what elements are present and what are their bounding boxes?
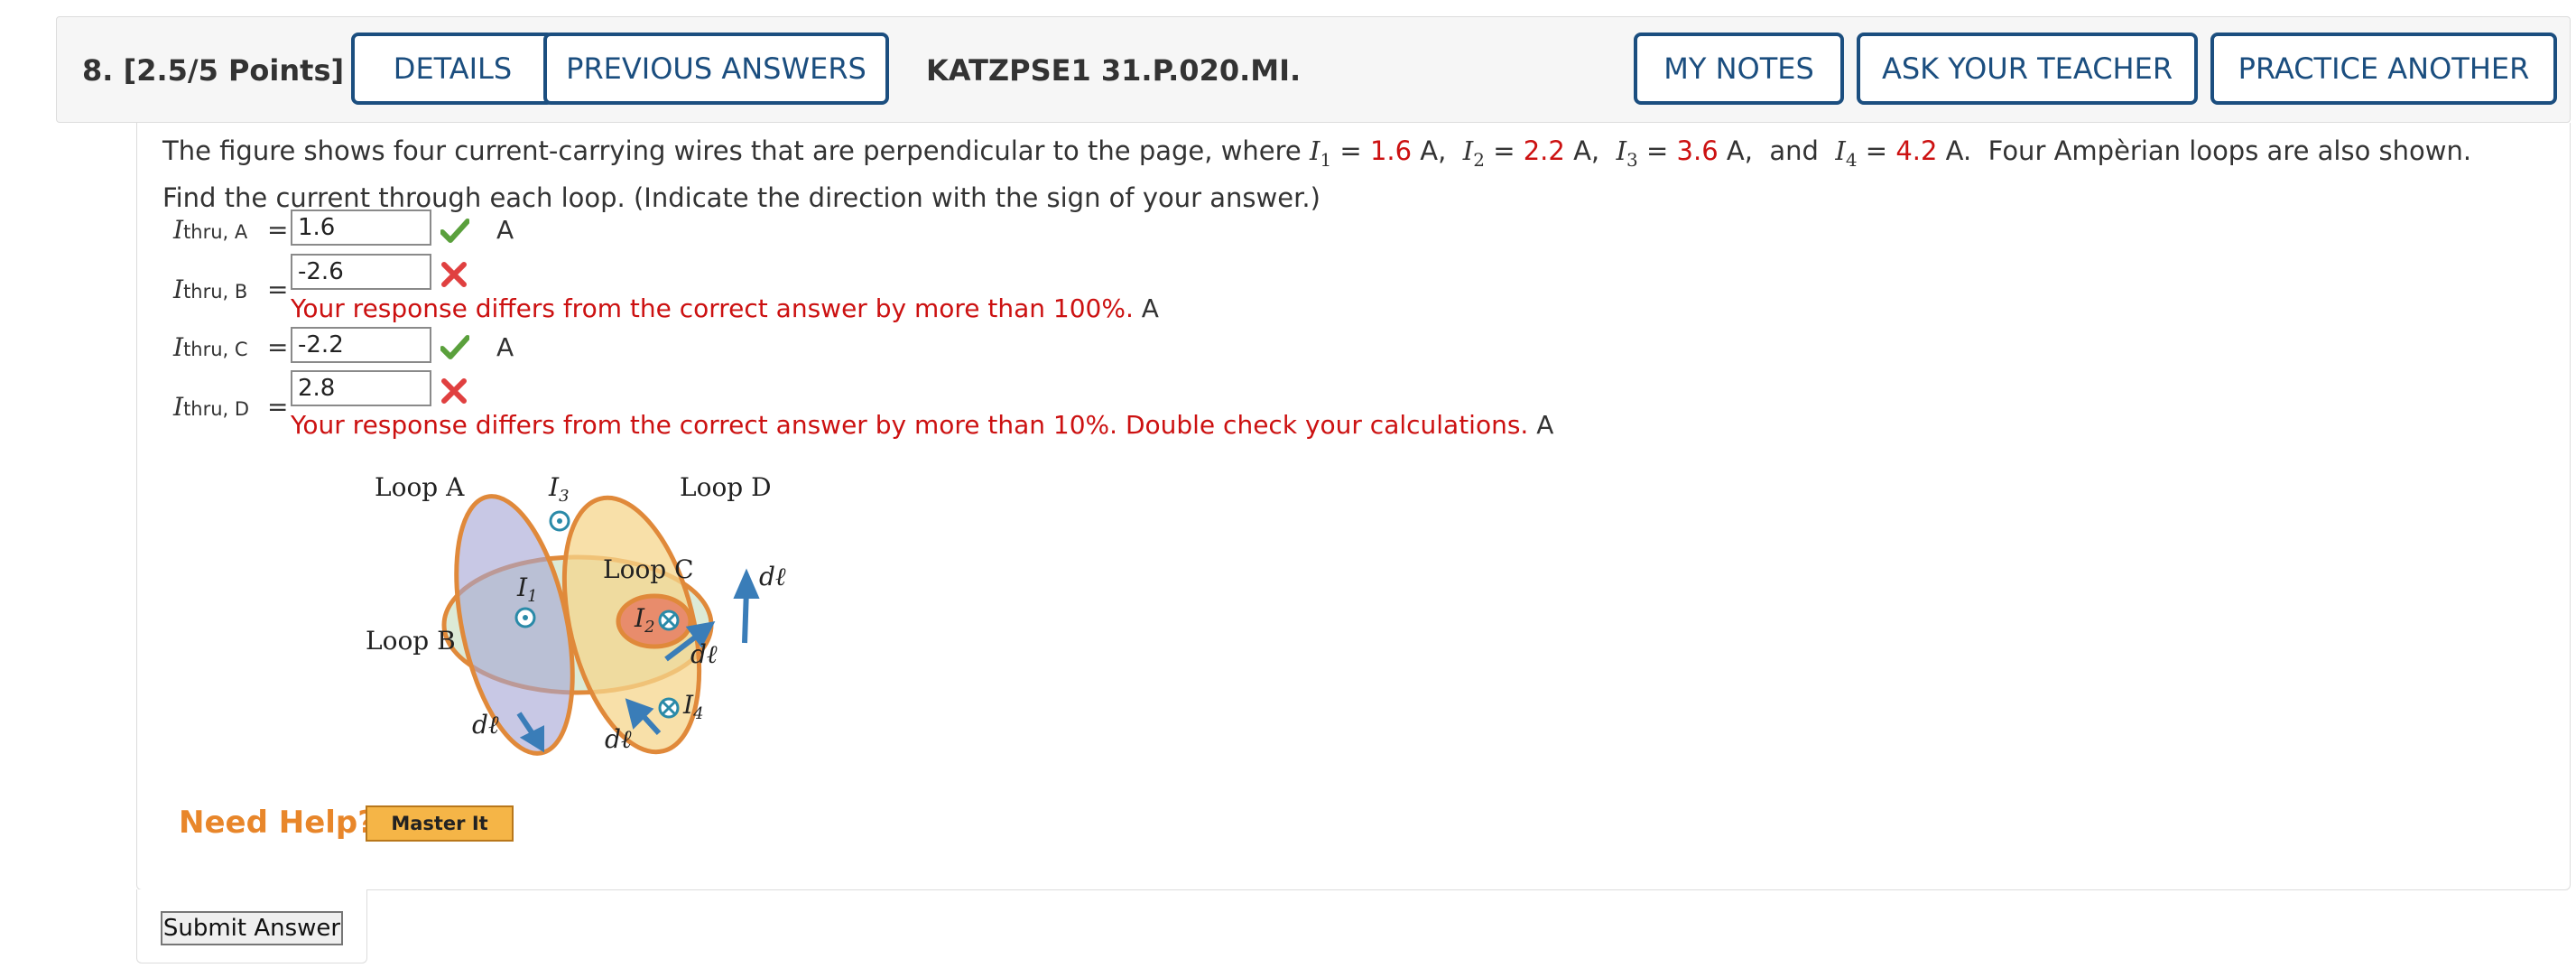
question-header: 8. [2.5/5 Points] DETAILS PREVIOUS ANSWE… bbox=[56, 16, 2571, 123]
current-i1-unit: A bbox=[1420, 135, 1439, 166]
answer-d-label: Ithru, D bbox=[173, 392, 250, 422]
current-i3-symbol: I3 bbox=[1616, 135, 1638, 171]
current-i2-value: 2.2 bbox=[1523, 135, 1565, 166]
answer-c-equals: = bbox=[267, 332, 289, 362]
answer-b-label: Ithru, B bbox=[173, 275, 248, 304]
question-prompt: The figure shows four current-carrying w… bbox=[162, 135, 2472, 213]
answer-d-equals: = bbox=[267, 392, 289, 422]
loop-a-text: Loop A bbox=[375, 472, 465, 502]
ask-your-teacher-button[interactable]: ASK YOUR TEACHER bbox=[1857, 33, 2198, 105]
current-i4-symbol: I4 bbox=[1835, 135, 1858, 171]
answer-a-unit: A bbox=[496, 215, 514, 245]
current-i3-value: 3.6 bbox=[1676, 135, 1719, 166]
dl-label-a: dℓ bbox=[472, 710, 499, 740]
current-i2-symbol: I2 bbox=[1462, 135, 1485, 171]
answer-a-label: Ithru, A bbox=[173, 215, 248, 245]
dl-label-d: dℓ bbox=[759, 562, 786, 591]
prompt-intro: The figure shows four current-carrying w… bbox=[162, 135, 1302, 166]
answer-b-equals: = bbox=[267, 275, 289, 304]
answer-d-x-icon bbox=[441, 378, 467, 404]
prompt-and: and bbox=[1769, 135, 1819, 166]
details-button[interactable]: DETAILS bbox=[351, 33, 554, 105]
current-i4-unit: A bbox=[1945, 135, 1964, 166]
dl-label-b: dℓ bbox=[605, 724, 632, 754]
answer-b-feedback: Your response differs from the correct a… bbox=[291, 293, 1159, 323]
current-i2-unit: A bbox=[1573, 135, 1591, 166]
previous-answers-button[interactable]: PREVIOUS ANSWERS bbox=[543, 33, 889, 105]
answer-a-check-icon bbox=[440, 219, 469, 243]
answer-d-input[interactable] bbox=[291, 370, 431, 406]
master-it-button[interactable]: Master It bbox=[366, 805, 514, 842]
answer-d-feedback: Your response differs from the correct a… bbox=[291, 410, 1554, 440]
answer-c-check-icon bbox=[440, 335, 469, 359]
current-i1-symbol: I1 bbox=[1309, 135, 1332, 171]
practice-another-button[interactable]: PRACTICE ANOTHER bbox=[2210, 33, 2557, 105]
answer-c-unit: A bbox=[496, 332, 514, 362]
loop-b-text: Loop B bbox=[366, 626, 456, 656]
current-i1-value: 1.6 bbox=[1369, 135, 1413, 166]
answer-b-input[interactable] bbox=[291, 254, 431, 290]
current-i4-value: 4.2 bbox=[1895, 135, 1938, 166]
answer-a-input[interactable] bbox=[291, 209, 431, 246]
answer-c-label: Ithru, C bbox=[173, 332, 248, 362]
loop-d-text: Loop D bbox=[680, 472, 772, 502]
my-notes-button[interactable]: MY NOTES bbox=[1634, 33, 1844, 105]
current-i3-unit: A bbox=[1726, 135, 1745, 166]
answer-b-x-icon bbox=[441, 262, 467, 287]
answer-a-equals: = bbox=[267, 215, 289, 245]
need-help-label: Need Help? bbox=[179, 805, 375, 841]
ampere-loops-figure: Loop A Loop D Loop B Loop C I3 I1 I2 I4 … bbox=[357, 462, 808, 778]
question-code: KATZPSE1 31.P.020.MI. bbox=[926, 53, 1302, 88]
question-number: 8. [2.5/5 Points] bbox=[82, 53, 345, 88]
answer-c-input[interactable] bbox=[291, 327, 431, 363]
submit-answer-button[interactable]: Submit Answer bbox=[161, 911, 343, 945]
dl-label-c: dℓ bbox=[690, 639, 718, 669]
loop-c-text: Loop C bbox=[603, 554, 694, 584]
